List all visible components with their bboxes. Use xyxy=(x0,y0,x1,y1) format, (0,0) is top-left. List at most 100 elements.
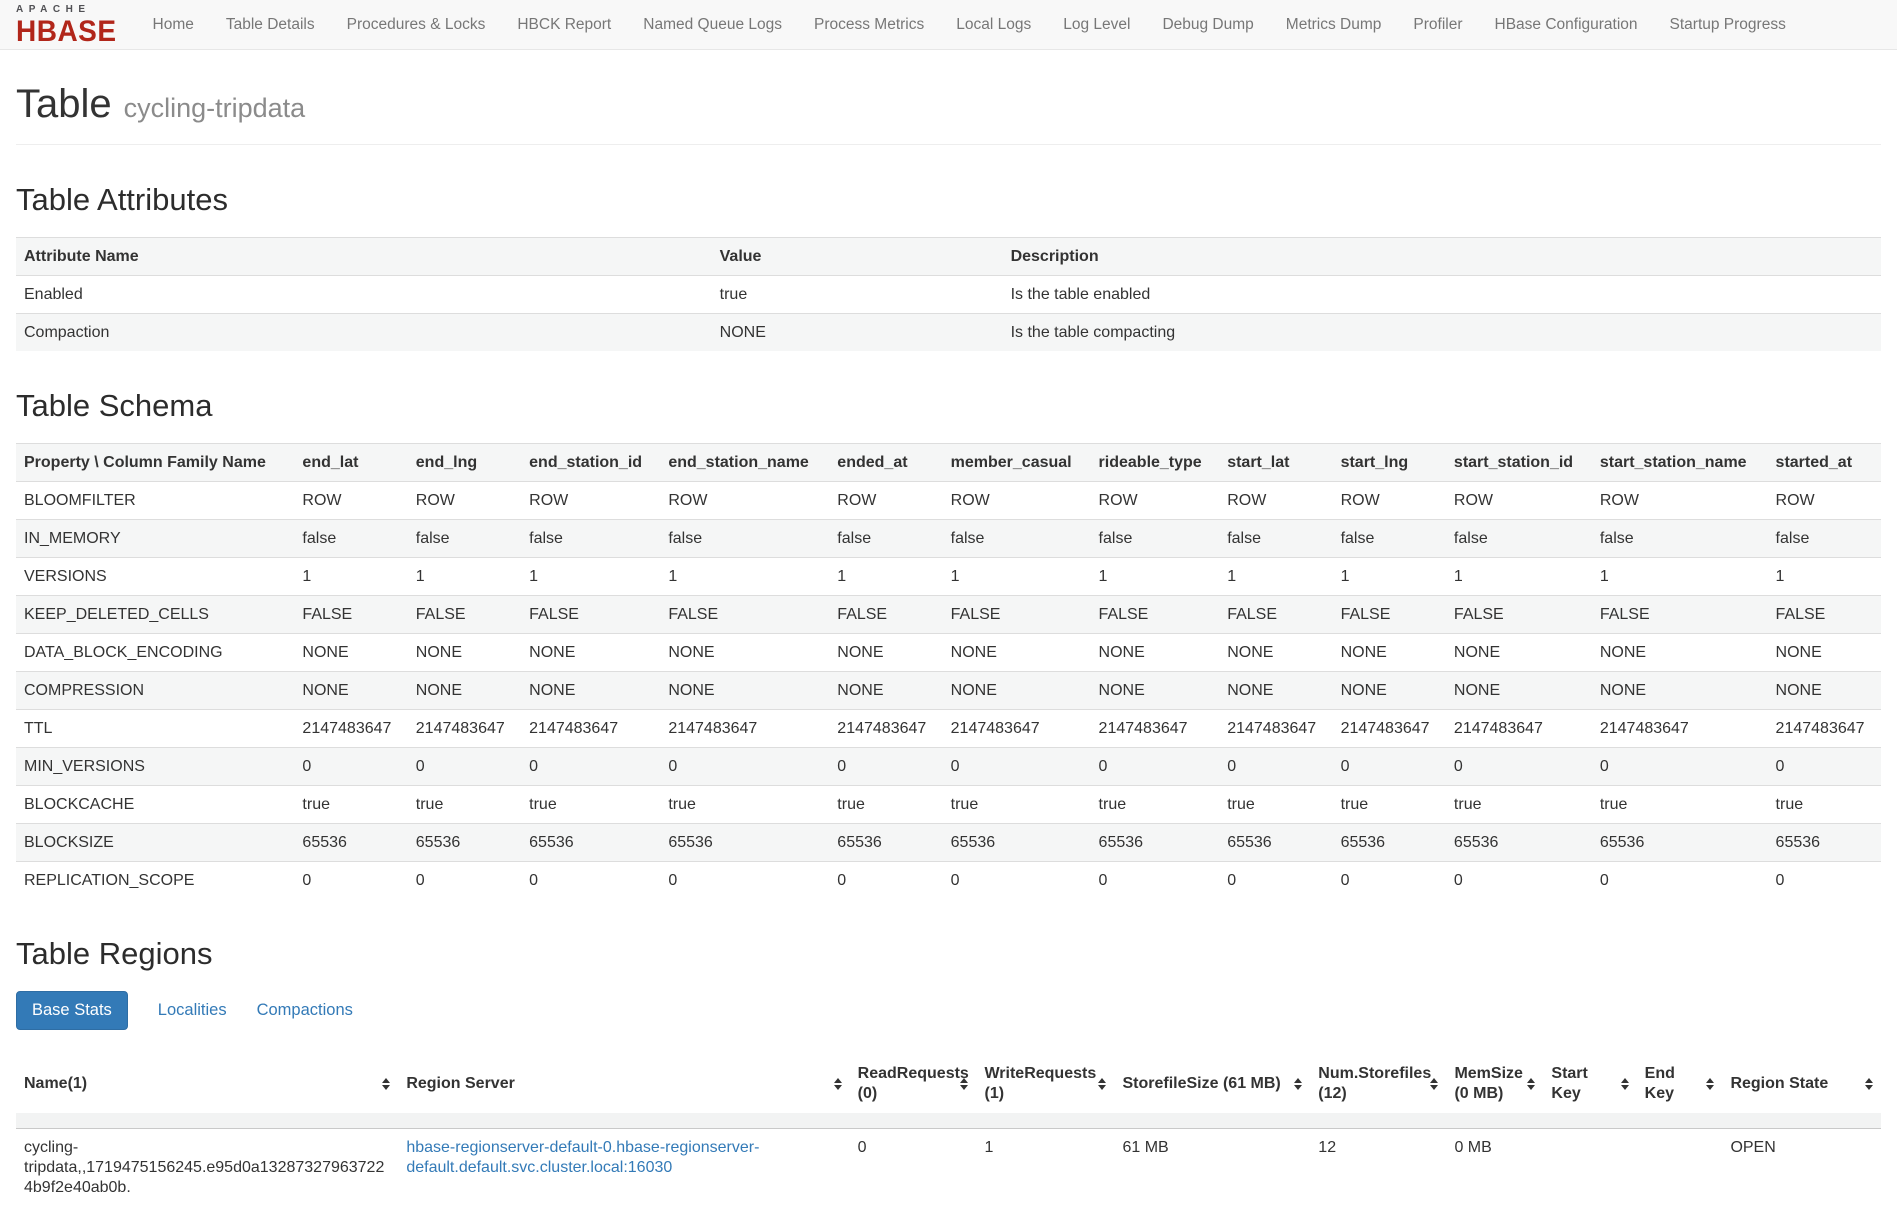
regions-tabs: Base Stats Localities Compactions xyxy=(16,991,1881,1030)
table-cell: 0 xyxy=(294,862,407,900)
title-divider xyxy=(16,144,1881,145)
table-cell: true xyxy=(1091,786,1220,824)
table-cell: 0 xyxy=(829,748,942,786)
table-cell: 0 xyxy=(408,862,521,900)
table-cell: NONE xyxy=(1333,634,1446,672)
table-cell: 1 xyxy=(1219,558,1332,596)
table-cell: ROW xyxy=(1768,482,1881,520)
tab-localities[interactable]: Localities xyxy=(158,1001,227,1020)
nav-item-debug-dump[interactable]: Debug Dump xyxy=(1146,0,1269,49)
nav-item-process-metrics[interactable]: Process Metrics xyxy=(798,0,940,49)
page-body: Tablecycling-tripdata Table Attributes A… xyxy=(0,82,1897,1207)
region-col-regionstate-header[interactable]: Region State xyxy=(1722,1054,1881,1129)
table-cell: 61 MB xyxy=(1114,1129,1310,1207)
schema-col-header: end_lng xyxy=(408,444,521,482)
table-cell: ROW xyxy=(943,482,1091,520)
regions-header-row: Name(1) Region Server ReadRequests (0) W… xyxy=(16,1054,1881,1129)
table-cell: KEEP_DELETED_CELLS xyxy=(16,596,294,634)
table-cell: 1 xyxy=(976,1129,1114,1207)
region-col-numstorefiles-header[interactable]: Num.Storefiles (12) xyxy=(1310,1054,1446,1129)
nav-item-table-details[interactable]: Table Details xyxy=(210,0,331,49)
nav-item-procedures-locks[interactable]: Procedures & Locks xyxy=(331,0,502,49)
nav-item-named-queue-logs[interactable]: Named Queue Logs xyxy=(627,0,798,49)
region-col-writerequests-header[interactable]: WriteRequests (1) xyxy=(976,1054,1114,1129)
nav-item-startup-progress[interactable]: Startup Progress xyxy=(1654,0,1802,49)
nav-item-metrics-dump[interactable]: Metrics Dump xyxy=(1270,0,1398,49)
nav-item-local-logs[interactable]: Local Logs xyxy=(940,0,1047,49)
table-cell: ROW xyxy=(521,482,660,520)
table-cell: 0 xyxy=(850,1129,977,1207)
table-cell: FALSE xyxy=(1091,596,1220,634)
table-cell: 0 xyxy=(943,748,1091,786)
table-cell: 0 xyxy=(1592,748,1768,786)
table-cell: FALSE xyxy=(294,596,407,634)
tab-compactions[interactable]: Compactions xyxy=(257,1001,353,1020)
table-cell xyxy=(1637,1129,1723,1207)
table-cell xyxy=(1543,1129,1636,1207)
sort-icon xyxy=(1430,1078,1438,1090)
nav-item-home[interactable]: Home xyxy=(137,0,210,49)
page-title: Tablecycling-tripdata xyxy=(16,82,1881,126)
nav-item-hbck-report[interactable]: HBCK Report xyxy=(501,0,627,49)
table-cell: FALSE xyxy=(1446,596,1592,634)
nav-item-hbase-configuration[interactable]: HBase Configuration xyxy=(1479,0,1654,49)
schema-col-header: start_station_id xyxy=(1446,444,1592,482)
table-cell: NONE xyxy=(1333,672,1446,710)
table-cell: 0 xyxy=(1333,862,1446,900)
table-cell: 0 xyxy=(1333,748,1446,786)
region-col-memsize-header[interactable]: MemSize (0 MB) xyxy=(1446,1054,1543,1129)
nav-item-profiler[interactable]: Profiler xyxy=(1397,0,1478,49)
table-cell: BLOCKSIZE xyxy=(16,824,294,862)
table-cell: REPLICATION_SCOPE xyxy=(16,862,294,900)
table-cell: 0 xyxy=(1091,862,1220,900)
region-col-storefilesize-header[interactable]: StorefileSize (61 MB) xyxy=(1114,1054,1310,1129)
table-cell: FALSE xyxy=(1219,596,1332,634)
table-cell: 65536 xyxy=(408,824,521,862)
schema-header-row: Property \ Column Family Name end_lat en… xyxy=(16,444,1881,482)
table-cell: false xyxy=(1091,520,1220,558)
sort-icon xyxy=(382,1078,390,1090)
table-cell: false xyxy=(1768,520,1881,558)
table-cell: 0 xyxy=(1446,748,1592,786)
region-col-readrequests-header[interactable]: ReadRequests (0) xyxy=(850,1054,977,1129)
table-cell: ROW xyxy=(660,482,829,520)
table-row: DATA_BLOCK_ENCODINGNONENONENONENONENONEN… xyxy=(16,634,1881,672)
table-cell: NONE xyxy=(943,672,1091,710)
table-row: BLOCKSIZE6553665536655366553665536655366… xyxy=(16,824,1881,862)
nav-item-log-level[interactable]: Log Level xyxy=(1047,0,1146,49)
table-cell: 0 xyxy=(408,748,521,786)
region-col-server-header[interactable]: Region Server xyxy=(398,1054,849,1129)
table-cell: Is the table compacting xyxy=(1003,314,1881,352)
table-cell: ROW xyxy=(408,482,521,520)
table-cell: 1 xyxy=(1333,558,1446,596)
table-cell: true xyxy=(1446,786,1592,824)
table-cell: NONE xyxy=(1091,634,1220,672)
table-cell: 0 xyxy=(1592,862,1768,900)
hbase-logo[interactable]: APACHE HBASE xyxy=(14,2,119,48)
table-cell: MIN_VERSIONS xyxy=(16,748,294,786)
table-cell: 1 xyxy=(660,558,829,596)
table-cell: 2147483647 xyxy=(1091,710,1220,748)
region-col-startkey-header[interactable]: Start Key xyxy=(1543,1054,1636,1129)
region-server-link[interactable]: hbase-regionserver-default-0.hbase-regio… xyxy=(406,1139,759,1176)
region-col-endkey-header[interactable]: End Key xyxy=(1637,1054,1723,1129)
table-cell: NONE xyxy=(1768,634,1881,672)
table-cell: NONE xyxy=(1219,634,1332,672)
logo-hbase-text: HBASE xyxy=(16,17,117,46)
table-cell: NONE xyxy=(1768,672,1881,710)
table-cell: true xyxy=(1219,786,1332,824)
table-cell: false xyxy=(521,520,660,558)
table-cell: 2147483647 xyxy=(660,710,829,748)
table-cell: 0 MB xyxy=(1446,1129,1543,1207)
logo-apache-text: APACHE xyxy=(16,5,117,15)
table-cell: ROW xyxy=(1091,482,1220,520)
sort-icon xyxy=(1706,1078,1714,1090)
table-cell: ROW xyxy=(1446,482,1592,520)
table-cell: 0 xyxy=(1219,862,1332,900)
table-cell: NONE xyxy=(1446,672,1592,710)
schema-col-header: member_casual xyxy=(943,444,1091,482)
sort-icon xyxy=(960,1078,968,1090)
table-cell: true xyxy=(521,786,660,824)
tab-base-stats[interactable]: Base Stats xyxy=(16,991,128,1030)
region-col-name-header[interactable]: Name(1) xyxy=(16,1054,398,1129)
